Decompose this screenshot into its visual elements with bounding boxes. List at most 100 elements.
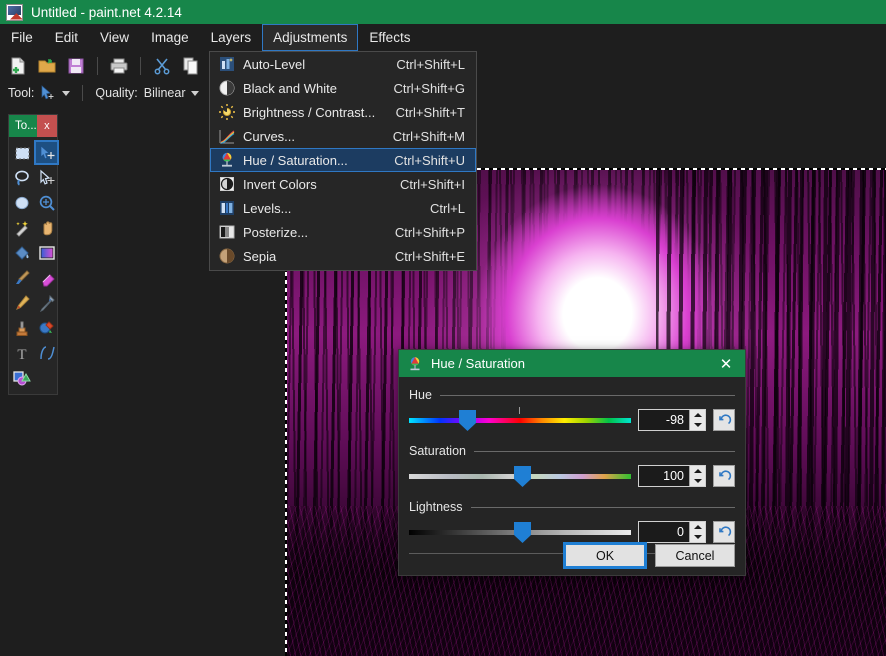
close-icon[interactable]: ✕ — [707, 350, 745, 377]
spinner-down-icon[interactable] — [694, 535, 702, 539]
new-file-icon — [9, 57, 27, 75]
slider-lightness[interactable] — [409, 521, 631, 543]
reset-arrow-icon — [717, 469, 732, 484]
eraser-icon — [38, 269, 56, 287]
spinner-down-icon[interactable] — [694, 423, 702, 427]
save-floppy-icon — [67, 57, 85, 75]
menu-label: View — [100, 30, 129, 45]
quality-value: Bilinear — [144, 86, 186, 100]
open-button[interactable] — [34, 54, 60, 78]
slider-saturation[interactable] — [409, 465, 631, 487]
tool-eraser[interactable] — [34, 265, 59, 290]
spinner-buttons[interactable] — [689, 410, 705, 430]
dialog-title-bar[interactable]: Hue / Saturation ✕ — [399, 350, 745, 377]
dialog-button-row: OK Cancel — [565, 544, 735, 567]
lasso-select-icon — [13, 169, 31, 187]
menu-label: Adjustments — [273, 30, 347, 45]
tool-clone-stamp[interactable] — [9, 315, 34, 340]
menu-image[interactable]: Image — [140, 24, 200, 51]
close-icon[interactable]: x — [37, 115, 57, 137]
hue-saturation-icon — [407, 356, 423, 372]
menu-item-hue-saturation[interactable]: Hue / Saturation...Ctrl+Shift+U — [210, 148, 476, 172]
menu-item-levels[interactable]: Levels...Ctrl+L — [210, 196, 476, 220]
saturation-value[interactable]: 100 — [639, 469, 689, 483]
slider-thumb[interactable] — [514, 522, 531, 543]
spinner-up-icon[interactable] — [694, 413, 702, 417]
saturation-spinner[interactable]: 100 — [638, 465, 706, 487]
cancel-button[interactable]: Cancel — [655, 544, 735, 567]
hue-value[interactable]: -98 — [639, 413, 689, 427]
tool-gradient[interactable] — [34, 240, 59, 265]
menu-effects[interactable]: Effects — [358, 24, 421, 51]
menu-item-label: Invert Colors — [243, 177, 400, 192]
tool-paintbrush[interactable] — [9, 265, 34, 290]
menu-item-invert-colors[interactable]: Invert ColorsCtrl+Shift+I — [210, 172, 476, 196]
menu-item-curves[interactable]: Curves...Ctrl+Shift+M — [210, 124, 476, 148]
slider-thumb[interactable] — [459, 410, 476, 431]
ok-button[interactable]: OK — [565, 544, 645, 567]
menu-item-black-and-white[interactable]: Black and WhiteCtrl+Shift+G — [210, 76, 476, 100]
tool-line-curve[interactable] — [34, 340, 59, 365]
color-picker-icon — [38, 294, 56, 312]
tool-zoom-magnifier[interactable] — [34, 190, 59, 215]
tool-magic-wand[interactable] — [9, 215, 34, 240]
menu-item-sepia[interactable]: SepiaCtrl+Shift+E — [210, 244, 476, 268]
menu-file[interactable]: File — [0, 24, 44, 51]
saturation-reset-button[interactable] — [713, 465, 735, 487]
quality-dropdown-caret[interactable] — [191, 91, 199, 96]
menu-item-shortcut: Ctrl+Shift+T — [396, 105, 475, 120]
spinner-up-icon[interactable] — [694, 525, 702, 529]
menu-item-brightness-contrast[interactable]: Brightness / Contrast...Ctrl+Shift+T — [210, 100, 476, 124]
tool-rectangle-select[interactable] — [9, 140, 34, 165]
lightness-value[interactable]: 0 — [639, 525, 689, 539]
title-bar: Untitled - paint.net 4.2.14 — [0, 0, 886, 24]
spinner-up-icon[interactable] — [694, 469, 702, 473]
spinner-buttons[interactable] — [689, 466, 705, 486]
menu-item-posterize[interactable]: Posterize...Ctrl+Shift+P — [210, 220, 476, 244]
hue-spinner[interactable]: -98 — [638, 409, 706, 431]
black-and-white-icon — [211, 76, 243, 100]
main-window: Untitled - paint.net 4.2.14 FileEdit View… — [0, 0, 886, 656]
menu-view[interactable]: View — [89, 24, 140, 51]
cut-button[interactable] — [149, 54, 175, 78]
menu-item-auto-level[interactable]: Auto-LevelCtrl+Shift+L — [210, 52, 476, 76]
tool-text[interactable]: T — [9, 340, 34, 365]
tool-dropdown-caret[interactable] — [62, 91, 70, 96]
tool-pencil[interactable] — [9, 290, 34, 315]
tools-panel-header[interactable]: To... x — [9, 115, 57, 137]
menu-item-label: Hue / Saturation... — [243, 153, 394, 168]
save-button[interactable] — [63, 54, 89, 78]
print-button[interactable] — [106, 54, 132, 78]
slider-thumb[interactable] — [514, 466, 531, 487]
move-selection-icon — [38, 169, 56, 187]
lightness-reset-button[interactable] — [713, 521, 735, 543]
paint-bucket-icon — [13, 244, 31, 262]
hue-reset-button[interactable] — [713, 409, 735, 431]
tool-pan-hand[interactable] — [34, 215, 59, 240]
recolor-icon — [38, 319, 56, 337]
levels-icon — [211, 196, 243, 220]
menu-edit[interactable]: Edit — [44, 24, 89, 51]
spinner-down-icon[interactable] — [694, 479, 702, 483]
tool-move-selection[interactable] — [34, 165, 59, 190]
tool-shapes[interactable] — [9, 365, 34, 390]
window-title: Untitled - paint.net 4.2.14 — [31, 5, 182, 20]
menu-item-label: Auto-Level — [243, 57, 396, 72]
tool-paint-bucket[interactable] — [9, 240, 34, 265]
lightness-spinner[interactable]: 0 — [638, 521, 706, 543]
spinner-buttons[interactable] — [689, 522, 705, 542]
menu-adjustments[interactable]: Adjustments — [262, 24, 358, 51]
slider-hue[interactable] — [409, 409, 631, 431]
tool-move-selected-pixels[interactable] — [34, 140, 59, 165]
menu-layers[interactable]: Layers — [200, 24, 263, 51]
tool-ellipse-select[interactable] — [9, 190, 34, 215]
new-button[interactable] — [5, 54, 31, 78]
tool-lasso-select[interactable] — [9, 165, 34, 190]
tool-recolor[interactable] — [34, 315, 59, 340]
menu-item-label: Curves... — [243, 129, 393, 144]
zoom-magnifier-icon — [38, 194, 56, 212]
copy-button[interactable] — [178, 54, 204, 78]
tool-color-picker[interactable] — [34, 290, 59, 315]
menu-label: Effects — [369, 30, 410, 45]
slider-row: 100 — [409, 461, 735, 491]
